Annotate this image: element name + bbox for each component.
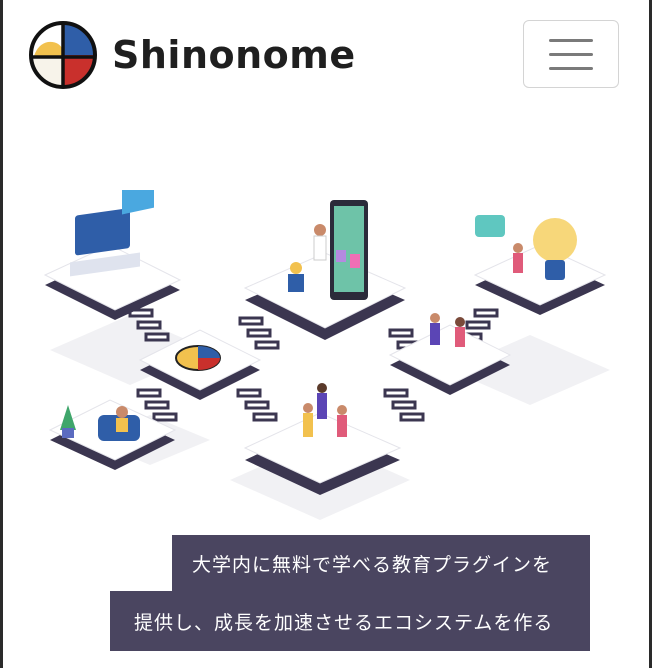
hero-caption-line-1: 大学内に無料で学べる教育プラグインを xyxy=(172,535,590,591)
hero-caption-line-2: 提供し、成長を加速させるエコシステムを作る xyxy=(110,591,590,651)
hero-illustration xyxy=(43,190,610,520)
hamburger-menu-button[interactable] xyxy=(523,20,619,88)
site-header: Shinonome xyxy=(0,0,652,110)
platform-laptop xyxy=(43,190,182,320)
brand-name: Shinonome xyxy=(112,33,356,77)
platform-phone xyxy=(243,200,407,340)
hamburger-icon-bar-top xyxy=(549,38,593,42)
hamburger-icon-bar-bottom xyxy=(549,66,593,70)
platform-lightbulb xyxy=(473,215,607,315)
home-logo-link[interactable]: Shinonome xyxy=(28,20,356,90)
shinonome-logo-icon xyxy=(29,21,97,89)
hamburger-icon-bar-middle xyxy=(549,52,593,56)
